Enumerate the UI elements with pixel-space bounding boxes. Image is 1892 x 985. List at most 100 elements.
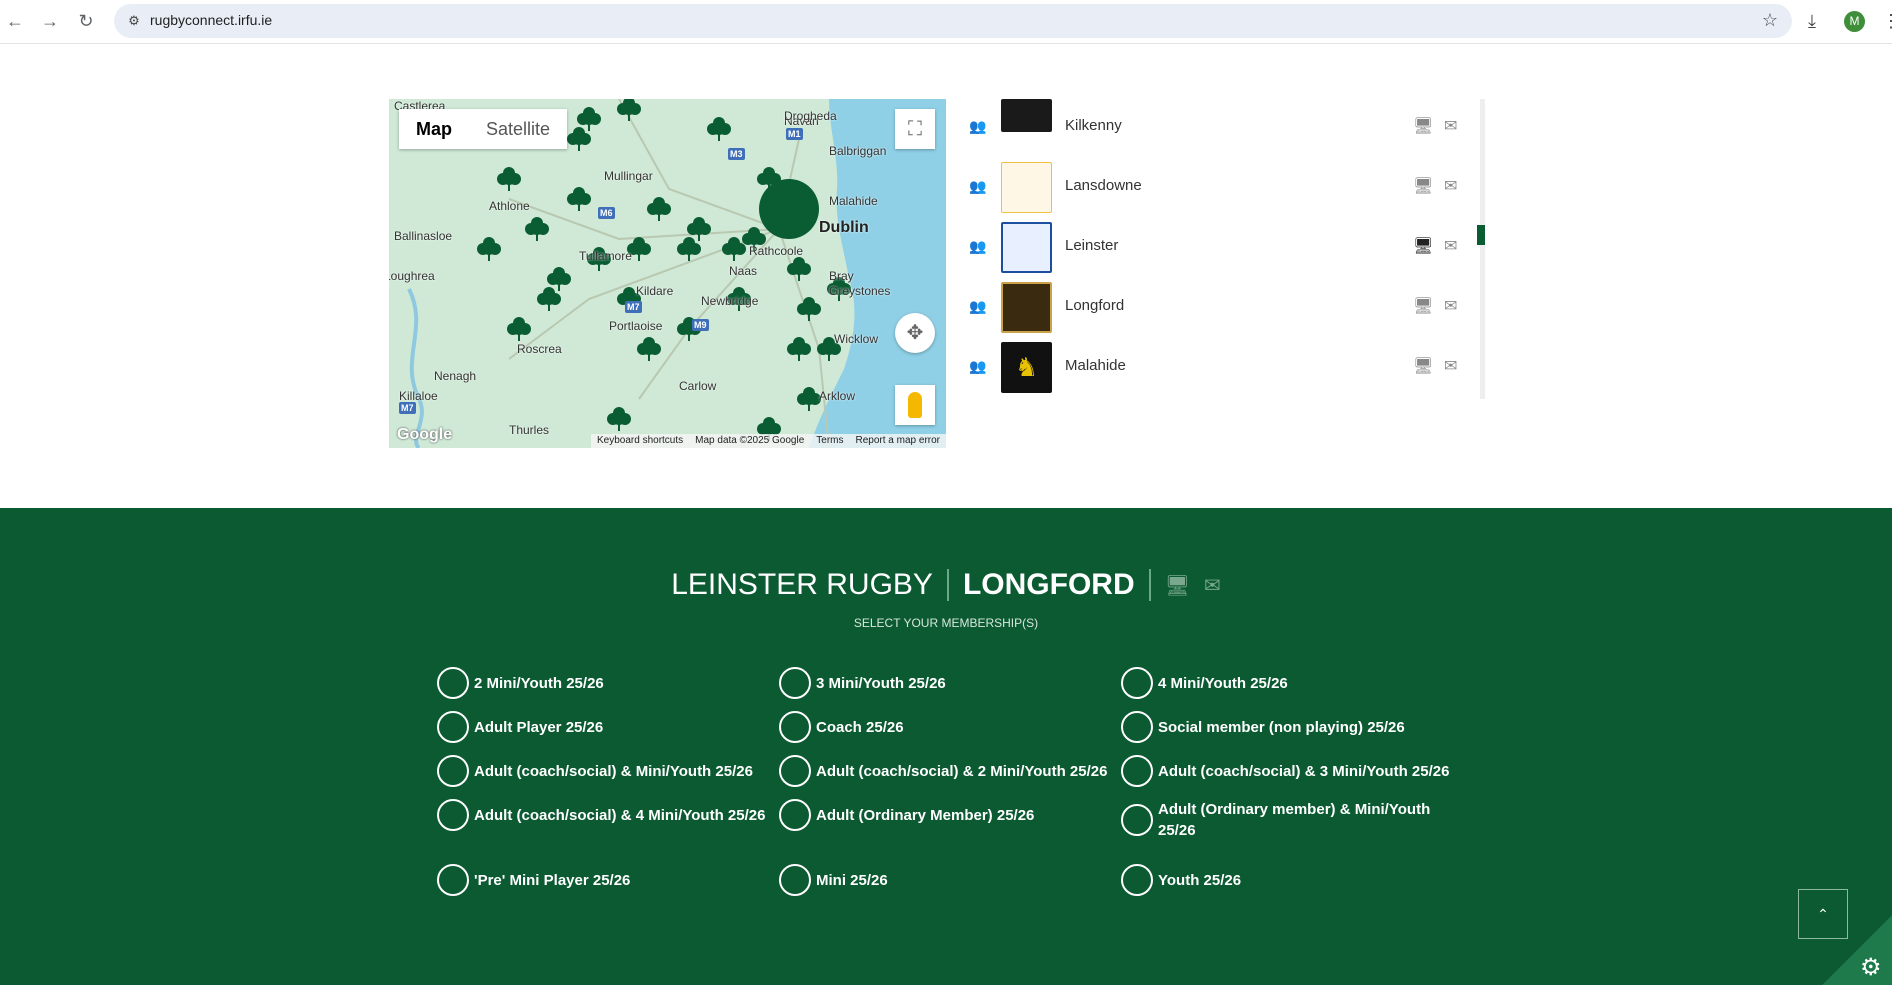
- membership-label: Adult (coach/social) & Mini/Youth 25/26: [474, 762, 753, 780]
- website-icon[interactable]: 🖥: [1413, 356, 1433, 376]
- membership-radio[interactable]: [779, 667, 811, 699]
- email-icon[interactable]: ✉: [1444, 296, 1457, 316]
- club-map-marker[interactable]: [797, 297, 821, 321]
- membership-option[interactable]: Adult (coach/social) & 4 Mini/Youth 25/2…: [437, 799, 765, 831]
- club-row-kilkenny[interactable]: 👥 Kilkenny 🖥 ✉: [963, 99, 1473, 159]
- membership-option[interactable]: 'Pre' Mini Player 25/26: [437, 864, 630, 896]
- email-icon[interactable]: ✉: [1204, 573, 1221, 598]
- map-place-label: Dublin: [819, 219, 869, 236]
- members-icon: 👥: [969, 358, 987, 374]
- map-report-error-link[interactable]: Report a map error: [856, 434, 940, 448]
- membership-option[interactable]: Mini 25/26: [779, 864, 888, 896]
- site-settings-icon[interactable]: ⚙: [124, 11, 144, 31]
- map-place-label: Rathcoole: [749, 244, 804, 258]
- club-row-longford[interactable]: 👥 Longford 🖥 ✉: [963, 279, 1473, 339]
- membership-radio[interactable]: [437, 711, 469, 743]
- members-icon: 👥: [969, 178, 987, 194]
- gear-icon[interactable]: ⚙: [1860, 953, 1882, 982]
- map-data-attribution: Map data ©2025 Google: [695, 435, 805, 446]
- membership-radio[interactable]: [1121, 864, 1153, 896]
- membership-radio[interactable]: [779, 864, 811, 896]
- membership-option[interactable]: Adult (Ordinary member) & Mini/Youth 25/…: [1121, 799, 1458, 841]
- club-map-marker[interactable]: [797, 387, 821, 411]
- map-place-label: Arklow: [819, 389, 856, 403]
- club-map-marker[interactable]: [497, 167, 521, 191]
- fullscreen-icon[interactable]: ⛶: [895, 109, 935, 149]
- membership-radio[interactable]: [1121, 804, 1153, 836]
- club-map-marker[interactable]: [477, 237, 501, 261]
- club-map-marker[interactable]: [787, 257, 811, 281]
- website-icon[interactable]: 🖥: [1413, 176, 1433, 196]
- membership-radio[interactable]: [779, 799, 811, 831]
- membership-label: Adult (Ordinary member) & Mini/Youth 25/…: [1158, 801, 1431, 839]
- email-icon[interactable]: ✉: [1444, 236, 1457, 256]
- website-icon[interactable]: 🖥: [1413, 296, 1433, 316]
- membership-option[interactable]: 2 Mini/Youth 25/26: [437, 667, 604, 699]
- membership-label: 3 Mini/Youth 25/26: [816, 674, 946, 692]
- club-map-marker[interactable]: [647, 197, 671, 221]
- map-keyboard-shortcuts-link[interactable]: Keyboard shortcuts: [597, 434, 683, 448]
- website-icon[interactable]: 🖥: [1413, 236, 1433, 256]
- membership-radio[interactable]: [1121, 667, 1153, 699]
- road-shield: M7: [399, 402, 416, 414]
- membership-radio[interactable]: [1121, 755, 1153, 787]
- reload-icon[interactable]: ↻: [74, 9, 98, 33]
- membership-option[interactable]: Coach 25/26: [779, 711, 904, 743]
- club-map-marker[interactable]: [637, 337, 661, 361]
- membership-label: Adult (coach/social) & 3 Mini/Youth 25/2…: [1158, 762, 1450, 780]
- club-row-leinster[interactable]: 👥 Leinster 🖥 ✉: [963, 219, 1473, 279]
- membership-radio[interactable]: [437, 864, 469, 896]
- selected-club-heading: LEINSTER RUGBY LONGFORD 🖥 ✉: [0, 568, 1892, 602]
- club-map-marker[interactable]: [787, 337, 811, 361]
- membership-option[interactable]: Adult Player 25/26: [437, 711, 603, 743]
- membership-radio[interactable]: [437, 667, 469, 699]
- membership-radio[interactable]: [1121, 711, 1153, 743]
- camera-control-icon[interactable]: ✥: [895, 313, 935, 353]
- membership-option[interactable]: Adult (Ordinary Member) 25/26: [779, 799, 1034, 831]
- membership-option[interactable]: 3 Mini/Youth 25/26: [779, 667, 946, 699]
- membership-radio[interactable]: [779, 711, 811, 743]
- club-map-marker[interactable]: [525, 217, 549, 241]
- club-map-marker[interactable]: [707, 117, 731, 141]
- membership-option[interactable]: Adult (coach/social) & Mini/Youth 25/26: [437, 755, 753, 787]
- map-terms-link[interactable]: Terms: [816, 434, 843, 448]
- email-icon[interactable]: ✉: [1444, 116, 1457, 136]
- bookmark-star-icon[interactable]: ☆: [1762, 10, 1778, 31]
- club-map-marker[interactable]: [507, 317, 531, 341]
- email-icon[interactable]: ✉: [1444, 176, 1457, 196]
- map-place-label: Killaloe: [399, 389, 438, 403]
- club-list-scroll-thumb[interactable]: [1477, 225, 1485, 245]
- membership-radio[interactable]: [779, 755, 811, 787]
- club-map-marker[interactable]: [677, 237, 701, 261]
- website-icon[interactable]: 🖥: [1413, 116, 1433, 136]
- download-icon[interactable]: ⤓: [1808, 9, 1816, 33]
- heading-divider: [1148, 569, 1151, 601]
- back-icon[interactable]: ←: [3, 9, 27, 33]
- club-list-scrollbar[interactable]: [1480, 99, 1485, 399]
- club-map-marker[interactable]: [567, 187, 591, 211]
- membership-option[interactable]: Youth 25/26: [1121, 864, 1241, 896]
- membership-option[interactable]: Adult (coach/social) & 2 Mini/Youth 25/2…: [779, 755, 1107, 787]
- map-type-map-button[interactable]: Map: [399, 109, 469, 149]
- clubs-map[interactable]: Castlerea Navan Drogheda Balbriggan Mullinga…: [389, 99, 946, 448]
- membership-option[interactable]: 4 Mini/Youth 25/26: [1121, 667, 1288, 699]
- menu-icon[interactable]: ⋮: [1882, 9, 1892, 33]
- club-map-marker[interactable]: [567, 127, 591, 151]
- forward-icon[interactable]: →: [38, 9, 62, 33]
- members-icon: 👥: [969, 118, 987, 134]
- membership-radio[interactable]: [437, 799, 469, 831]
- pegman-icon[interactable]: [895, 385, 935, 425]
- address-bar[interactable]: ⚙ rugbyconnect.irfu.ie ☆: [114, 4, 1792, 38]
- membership-label: Adult (coach/social) & 2 Mini/Youth 25/2…: [816, 762, 1108, 780]
- membership-option[interactable]: Social member (non playing) 25/26: [1121, 711, 1405, 743]
- club-map-marker[interactable]: [607, 407, 631, 431]
- club-map-marker[interactable]: [537, 287, 561, 311]
- map-type-satellite-button[interactable]: Satellite: [469, 109, 567, 149]
- club-row-malahide[interactable]: 👥 ♞ Malahide 🖥 ✉: [963, 339, 1473, 399]
- email-icon[interactable]: ✉: [1444, 356, 1457, 376]
- profile-avatar[interactable]: M: [1844, 11, 1865, 32]
- club-row-lansdowne[interactable]: 👥 Lansdowne 🖥 ✉: [963, 159, 1473, 219]
- website-icon[interactable]: 🖥: [1165, 573, 1190, 598]
- membership-radio[interactable]: [437, 755, 469, 787]
- membership-option[interactable]: Adult (coach/social) & 3 Mini/Youth 25/2…: [1121, 755, 1449, 787]
